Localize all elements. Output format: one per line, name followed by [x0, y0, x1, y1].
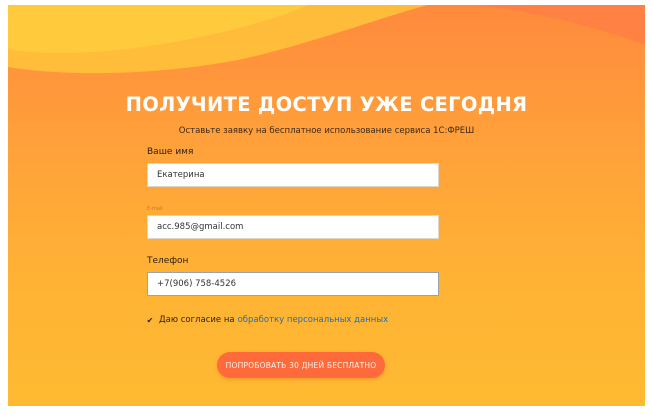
consent-row: ✔ Даю согласие на обработку персональных…: [146, 315, 388, 325]
name-label: Ваше имя: [147, 147, 194, 157]
consent-checkbox[interactable]: ✔: [146, 316, 154, 325]
privacy-policy-link[interactable]: обработку персональных данных: [238, 315, 389, 325]
wave-decoration: [8, 5, 645, 74]
signup-panel: ПОЛУЧИТЕ ДОСТУП УЖЕ СЕГОДНЯ Оставьте зая…: [8, 5, 645, 406]
name-field[interactable]: [147, 163, 439, 187]
phone-field[interactable]: [147, 272, 439, 296]
page-subtitle: Оставьте заявку на бесплатное использова…: [178, 126, 475, 136]
consent-text: Даю согласие на: [159, 315, 235, 325]
phone-label: Телефон: [147, 256, 189, 266]
page-frame: ПОЛУЧИТЕ ДОСТУП УЖЕ СЕГОДНЯ Оставьте зая…: [0, 0, 652, 415]
page-title: ПОЛУЧИТЕ ДОСТУП УЖЕ СЕГОДНЯ: [125, 93, 528, 116]
try-free-button[interactable]: ПОПРОБОВАТЬ 30 ДНЕЙ БЕСПЛАТНО: [217, 352, 385, 378]
email-field[interactable]: [147, 215, 439, 239]
email-label: E-mail: [147, 206, 163, 212]
